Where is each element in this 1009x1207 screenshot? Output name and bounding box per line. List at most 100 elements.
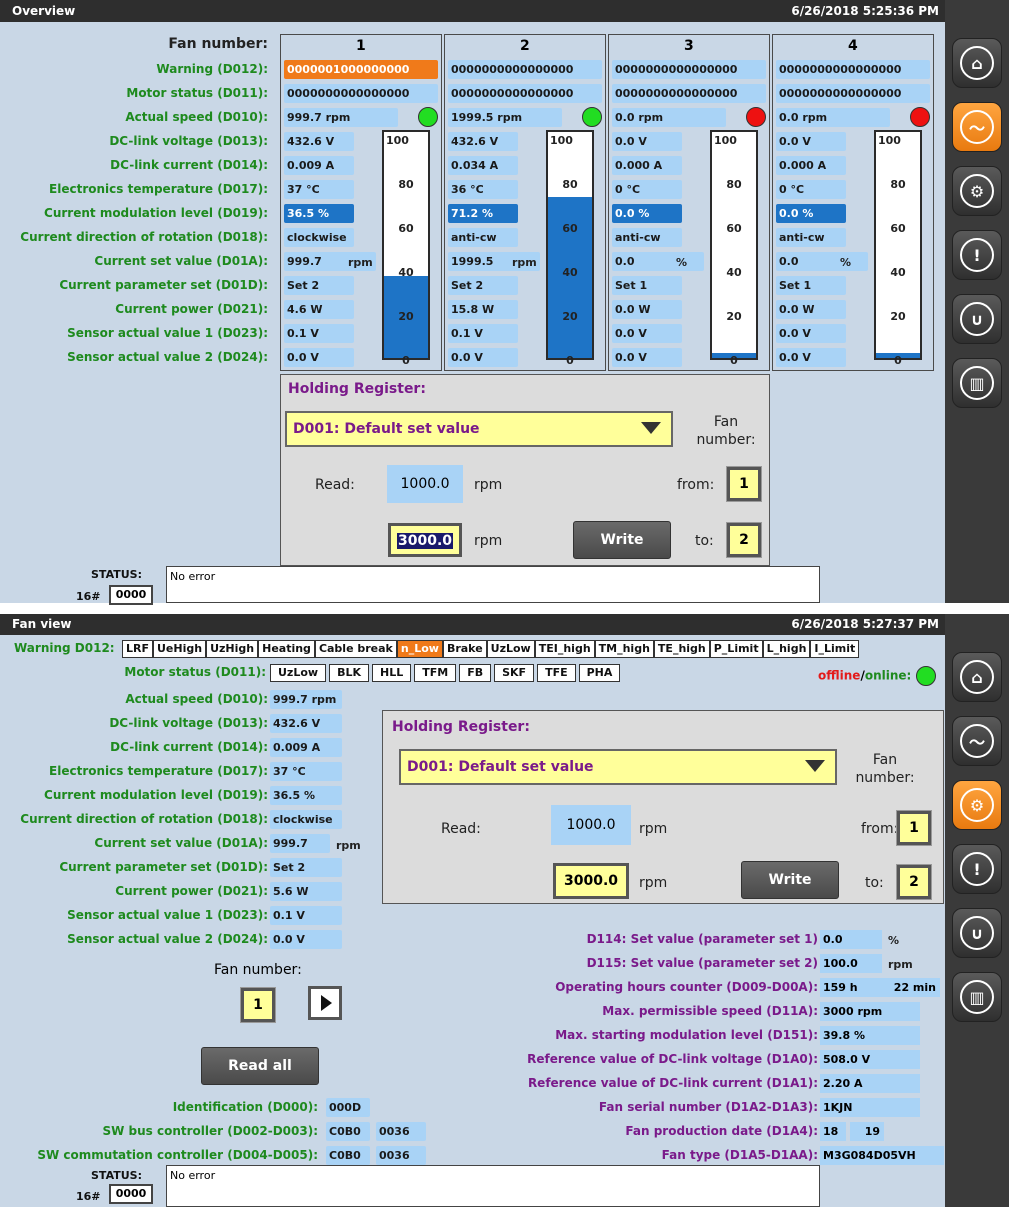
fan-dir-value: anti-cw <box>776 228 846 247</box>
warning-flag: TM_high <box>594 640 654 658</box>
register-select[interactable]: D001: Default set value <box>285 411 673 447</box>
nav-stethoscope-button[interactable]: ∪ <box>952 294 1002 344</box>
read-unit: rpm <box>639 821 668 837</box>
fan-temp-value: 37 °C <box>284 180 354 199</box>
fanview-titlebar: Fan view 6/26/2018 5:27:37 PM <box>0 614 945 635</box>
ident-value-1: C0B0 <box>326 1146 370 1165</box>
motor-flag: PHA <box>578 664 621 682</box>
warning-flag: LRF <box>122 640 153 658</box>
nav-gear-button[interactable]: ⚙ <box>952 780 1002 830</box>
register-select[interactable]: D001: Default set value <box>399 749 837 785</box>
param-label: D115: Set value (parameter set 2) <box>586 956 818 970</box>
ident-value-1: C0B0 <box>326 1122 370 1141</box>
gauge-tick: 20 <box>890 310 906 323</box>
warning-flag: Cable break <box>314 640 397 658</box>
nav-home-button[interactable]: ⌂ <box>952 652 1002 702</box>
param-label: Max. permissible speed (D11A): <box>602 1004 818 1018</box>
gear-icon: ⚙ <box>960 174 994 208</box>
fan-dir-value: anti-cw <box>612 228 682 247</box>
fan-number-input[interactable]: 1 <box>240 987 276 1023</box>
overview-titlebar: Overview 6/26/2018 5:25:36 PM <box>0 0 945 22</box>
fan-s1-value: 0.1 V <box>284 324 354 343</box>
fan-paramset-value: Set 1 <box>612 276 682 295</box>
control-panel-icon: ▥ <box>960 366 994 400</box>
online-status-dot <box>915 666 936 686</box>
fanview-panel: Fan view 6/26/2018 5:27:37 PM Warning D0… <box>0 614 945 1207</box>
fanview-row-label: Current power (D021): <box>115 884 268 898</box>
fan-paramset-value: Set 2 <box>284 276 354 295</box>
warning-flag: L_high <box>762 640 811 658</box>
overview-row-label: Current power (D021): <box>115 302 268 316</box>
param-unit: rpm <box>888 958 913 971</box>
write-value-input[interactable]: 3000.0 <box>553 863 629 899</box>
fan-number-label: Fan number: <box>855 752 915 786</box>
nav-control-panel-button[interactable]: ▥ <box>952 358 1002 408</box>
home-icon: ⌂ <box>960 46 994 80</box>
fan-s2-value: 0.0 V <box>776 348 846 367</box>
chevron-down-icon[interactable] <box>641 422 661 434</box>
nav-control-panel-button[interactable]: ▥ <box>952 972 1002 1022</box>
status-hex-value: 0000 <box>109 1184 153 1204</box>
warning-flag: Brake <box>442 640 487 658</box>
fan-setval-unit: rpm <box>348 256 373 269</box>
param-value: 159 h <box>820 978 882 997</box>
write-button[interactable]: Write <box>573 521 671 559</box>
fan-warning-value: 0000001000000000 <box>284 60 438 79</box>
chevron-down-icon[interactable] <box>805 760 825 772</box>
param-value: M3G084D05VH <box>820 1146 944 1165</box>
fan-temp-value: 36 °C <box>448 180 518 199</box>
motor-flags: UzLow BLK HLL TFM FB SKF TFE PHA <box>270 664 623 682</box>
from-label: from: <box>677 477 715 493</box>
motor-flag: FB <box>459 664 492 682</box>
stethoscope-icon: ∪ <box>960 916 994 950</box>
gauge-tick: 60 <box>398 222 414 235</box>
status-message: No error <box>166 1165 820 1207</box>
gauge-tick: 80 <box>398 178 414 191</box>
holding-register-panel: Holding Register: D001: Default set valu… <box>280 374 770 566</box>
control-panel-icon: ▥ <box>960 980 994 1014</box>
overview-row-label: Electronics temperature (D017): <box>49 182 268 196</box>
motor-flag: UzLow <box>270 664 327 682</box>
write-unit: rpm <box>474 533 503 549</box>
fanview-row-value: 0.009 A <box>270 738 342 757</box>
fan-speed-value: 0.0 rpm <box>612 108 726 127</box>
nav-stethoscope-button[interactable]: ∪ <box>952 908 1002 958</box>
modulation-gauge: 100 80 60 40 20 0 <box>710 130 758 367</box>
fan-current-value: 0.000 A <box>612 156 682 175</box>
write-button[interactable]: Write <box>741 861 839 899</box>
fanview-row-label: Actual speed (D010): <box>125 692 268 706</box>
gauge-tick: 100 <box>550 134 573 147</box>
fan-number: 2 <box>520 38 530 54</box>
fanview-row-label: Current parameter set (D01D): <box>59 860 268 874</box>
warning-flags: LRF UeHigh UzHigh Heating Cable break n_Low Br… <box>122 640 860 658</box>
warning-flag: TEI_high <box>534 640 595 658</box>
warning-flag: UzLow <box>486 640 535 658</box>
fan-paramset-value: Set 1 <box>776 276 846 295</box>
to-input[interactable]: 2 <box>726 522 762 558</box>
to-input[interactable]: 2 <box>896 864 932 900</box>
fan-mod-value: 71.2 % <box>448 204 518 223</box>
overview-row-label: Current parameter set (D01D): <box>59 278 268 292</box>
fanview-row-value: 0.0 V <box>270 930 342 949</box>
fan-motor-value: 0000000000000000 <box>612 84 766 103</box>
nav-chart-button[interactable]: 〜 <box>952 102 1002 152</box>
overview-panel: Overview 6/26/2018 5:25:36 PM Fan number… <box>0 0 945 605</box>
sidebar-top: ⌂ 〜 ⚙! ∪ ▥ <box>945 0 1009 603</box>
from-input[interactable]: 1 <box>726 466 762 502</box>
gauge-tick: 100 <box>714 134 737 147</box>
gauge-tick: 60 <box>890 222 906 235</box>
param-value: 0.0 <box>820 930 882 949</box>
fan-s1-value: 0.0 V <box>612 324 682 343</box>
fanview-row-value: 432.6 V <box>270 714 342 733</box>
fan-setval-unit: % <box>676 256 688 269</box>
gauge-tick: 80 <box>562 178 578 191</box>
nav-chart-button[interactable]: 〜 <box>952 716 1002 766</box>
next-fan-button[interactable] <box>308 986 342 1020</box>
read-all-button[interactable]: Read all <box>201 1047 319 1085</box>
write-value-input[interactable]: 3000.0 <box>388 523 462 557</box>
nav-home-button[interactable]: ⌂ <box>952 38 1002 88</box>
nav-gear-button[interactable]: ⚙ <box>952 166 1002 216</box>
from-input[interactable]: 1 <box>896 810 932 846</box>
nav-warning-button[interactable]: ! <box>952 230 1002 280</box>
nav-warning-button[interactable]: ! <box>952 844 1002 894</box>
